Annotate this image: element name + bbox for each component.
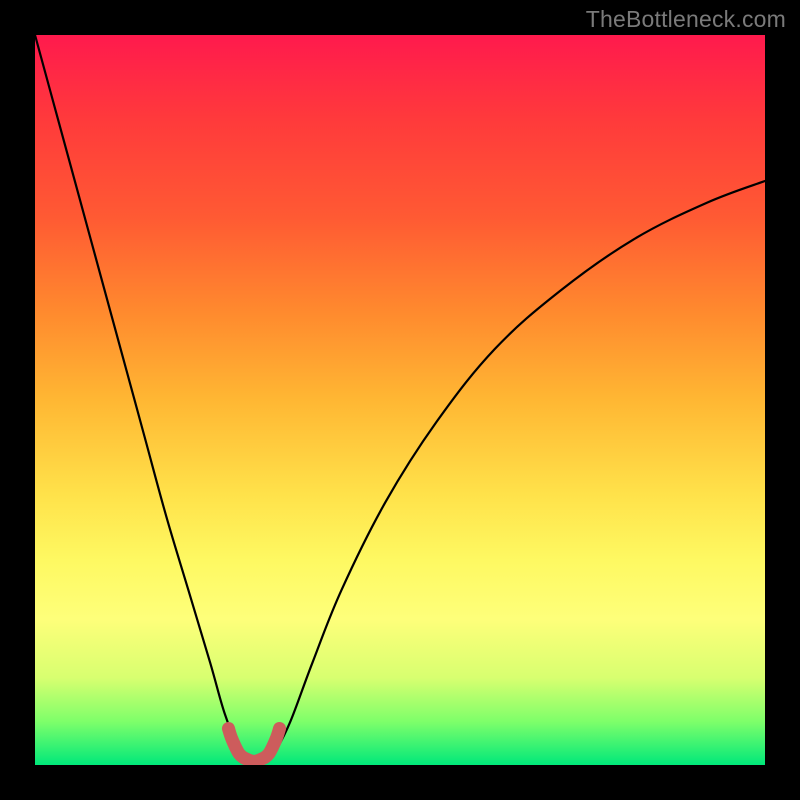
chart-frame: TheBottleneck.com <box>0 0 800 800</box>
highlight-region <box>228 729 279 762</box>
watermark-text: TheBottleneck.com <box>586 6 786 33</box>
curve-layer <box>35 35 765 765</box>
bottleneck-curve <box>35 35 765 762</box>
plot-area <box>35 35 765 765</box>
